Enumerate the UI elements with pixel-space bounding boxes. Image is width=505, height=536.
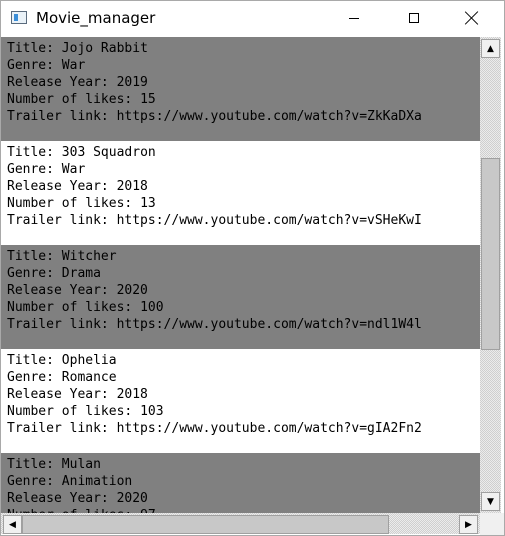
movie-entry[interactable]: Title: Ophelia Genre: Romance Release Ye…	[1, 349, 480, 453]
vertical-scrollbar[interactable]: ▲ ▼	[480, 37, 501, 513]
scroll-down-button[interactable]: ▼	[481, 492, 500, 511]
minimize-icon	[349, 18, 359, 19]
minimize-button[interactable]	[331, 1, 377, 35]
movie-trailer-line: Trailer link: https://www.youtube.com/wa…	[7, 109, 422, 124]
movie-likes-line: Number of likes: 15	[7, 92, 156, 107]
movie-trailer-line: Trailer link: https://www.youtube.com/wa…	[7, 421, 422, 436]
scrollbar-corner	[480, 513, 504, 535]
movie-list[interactable]: Title: Jojo Rabbit Genre: War Release Ye…	[1, 37, 480, 513]
horizontal-scrollbar[interactable]: ◀ ▶	[1, 513, 480, 534]
close-icon	[465, 11, 479, 25]
movie-year-line: Release Year: 2019	[7, 75, 148, 90]
movie-year-line: Release Year: 2018	[7, 179, 148, 194]
movie-year-line: Release Year: 2020	[7, 491, 148, 506]
movie-likes-line: Number of likes: 103	[7, 404, 164, 419]
scroll-right-button[interactable]: ▶	[459, 515, 478, 534]
window-title: Movie_manager	[36, 9, 156, 27]
movie-entry[interactable]: Title: 303 Squadron Genre: War Release Y…	[1, 141, 480, 245]
movie-likes-line: Number of likes: 13	[7, 196, 156, 211]
movie-title-line: Title: Mulan	[7, 457, 101, 472]
movie-genre-line: Genre: Romance	[7, 370, 117, 385]
movie-year-line: Release Year: 2020	[7, 283, 148, 298]
maximize-icon	[409, 13, 419, 23]
movie-genre-line: Genre: Drama	[7, 266, 101, 281]
movie-trailer-line: Trailer link: https://www.youtube.com/wa…	[7, 213, 422, 228]
movie-manager-window: Movie_manager Title: Jojo Rabbit Genre: …	[0, 0, 505, 536]
movie-genre-line: Genre: War	[7, 162, 86, 177]
movie-likes-line: Number of likes: 100	[7, 300, 164, 315]
maximize-button[interactable]	[391, 1, 437, 35]
movie-title-line: Title: Ophelia	[7, 353, 117, 368]
horizontal-scroll-thumb[interactable]	[22, 515, 389, 534]
close-button[interactable]	[449, 1, 495, 35]
arrow-up-icon: ▲	[487, 43, 494, 54]
movie-year-line: Release Year: 2018	[7, 387, 148, 402]
arrow-right-icon: ▶	[465, 519, 472, 530]
movie-trailer-line: Trailer link: https://www.youtube.com/wa…	[7, 317, 422, 332]
movie-entry[interactable]: Title: Witcher Genre: Drama Release Year…	[1, 245, 480, 349]
movie-genre-line: Genre: War	[7, 58, 86, 73]
app-window-icon	[11, 11, 27, 24]
scroll-up-button[interactable]: ▲	[481, 39, 500, 58]
movie-entry[interactable]: Title: Mulan Genre: Animation Release Ye…	[1, 453, 480, 513]
title-bar[interactable]: Movie_manager	[1, 1, 504, 36]
movie-title-line: Title: Jojo Rabbit	[7, 41, 148, 56]
movie-genre-line: Genre: Animation	[7, 474, 133, 489]
arrow-left-icon: ◀	[9, 519, 16, 530]
vertical-scroll-thumb[interactable]	[481, 158, 500, 350]
scroll-left-button[interactable]: ◀	[3, 515, 22, 534]
arrow-down-icon: ▼	[487, 496, 494, 507]
movie-title-line: Title: Witcher	[7, 249, 117, 264]
movie-title-line: Title: 303 Squadron	[7, 145, 156, 160]
movie-entry[interactable]: Title: Jojo Rabbit Genre: War Release Ye…	[1, 37, 480, 141]
